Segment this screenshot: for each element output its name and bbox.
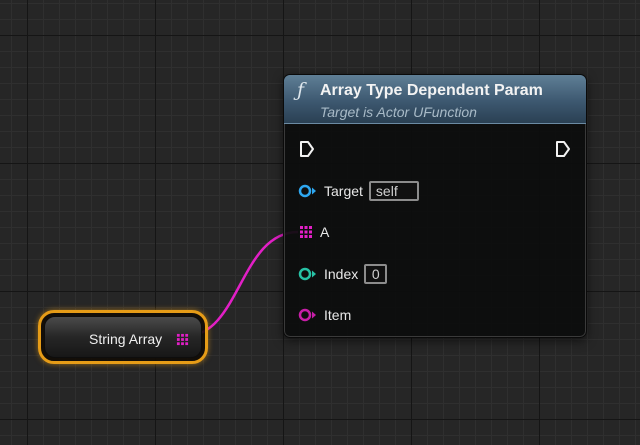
exec-output-pin-icon[interactable] (555, 140, 571, 158)
pin-row-target: Target self (298, 179, 419, 203)
pin-row-index: Index 0 (298, 262, 388, 286)
index-value-field[interactable]: 0 (364, 264, 388, 284)
variable-node-body: String Array (44, 316, 202, 358)
function-icon: ƒ (297, 79, 305, 101)
array-output-pin-icon[interactable] (176, 333, 189, 346)
index-pin-label: Index (324, 266, 359, 282)
object-pin-icon[interactable] (298, 184, 318, 198)
string-array-variable-node[interactable]: String Array (38, 310, 208, 364)
node-subtitle: Target is Actor UFunction (320, 104, 477, 120)
item-pin-label: Item (324, 307, 352, 323)
pin-row-a: A (298, 220, 329, 244)
node-header[interactable]: ƒ Array Type Dependent Param Target is A… (284, 75, 586, 124)
a-pin-label: A (320, 224, 330, 240)
exec-input-pin-icon[interactable] (299, 140, 315, 158)
node-title: Array Type Dependent Param (320, 82, 543, 99)
array-type-dependent-param-node[interactable]: ƒ Array Type Dependent Param Target is A… (283, 74, 587, 338)
target-pin-label: Target (324, 183, 363, 199)
wildcard-pin-icon[interactable] (298, 308, 318, 322)
pin-row-item: Item (298, 303, 351, 327)
target-self-field[interactable]: self (368, 181, 419, 201)
integer-pin-icon[interactable] (298, 267, 318, 281)
variable-label: String Array (89, 331, 163, 347)
array-pin-icon[interactable] (298, 225, 314, 239)
